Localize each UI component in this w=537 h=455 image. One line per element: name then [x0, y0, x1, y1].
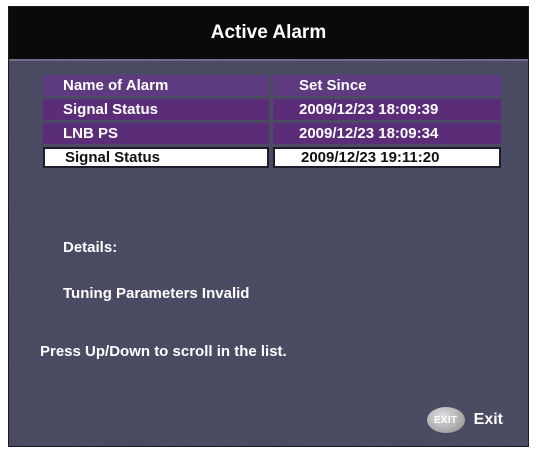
page-title: Active Alarm [210, 22, 327, 43]
table-row[interactable]: LNB PS 2009/12/23 18:09:34 [43, 123, 501, 144]
table-row[interactable]: Signal Status 2009/12/23 18:09:39 [43, 99, 501, 120]
details-text: Tuning Parameters Invalid [63, 285, 250, 302]
exit-icon[interactable]: EXIT [426, 407, 465, 433]
exit-label: Exit [473, 411, 503, 428]
alarm-name-cell: LNB PS [43, 123, 269, 144]
header-name-of-alarm: Name of Alarm [43, 75, 269, 96]
title-bar: Active Alarm [9, 7, 528, 61]
alarm-name-cell: Signal Status [43, 99, 269, 120]
alarm-time-cell: 2009/12/23 19:11:20 [273, 147, 501, 168]
details-label: Details: [63, 239, 118, 256]
scroll-hint: Press Up/Down to scroll in the list. [40, 343, 287, 360]
table-header-row: Name of Alarm Set Since [43, 75, 501, 96]
alarm-time-cell: 2009/12/23 18:09:39 [273, 99, 501, 120]
alarm-time-cell: 2009/12/23 18:09:34 [273, 123, 501, 144]
table-row-selected[interactable]: Signal Status 2009/12/23 19:11:20 [43, 147, 501, 168]
alarm-table: Name of Alarm Set Since Signal Status 20… [43, 75, 501, 171]
header-set-since: Set Since [273, 75, 501, 96]
alarm-name-cell: Signal Status [43, 147, 269, 168]
exit-button[interactable]: EXIT Exit [426, 407, 503, 433]
alarm-screen: Active Alarm Name of Alarm Set Since Sig… [8, 6, 529, 447]
